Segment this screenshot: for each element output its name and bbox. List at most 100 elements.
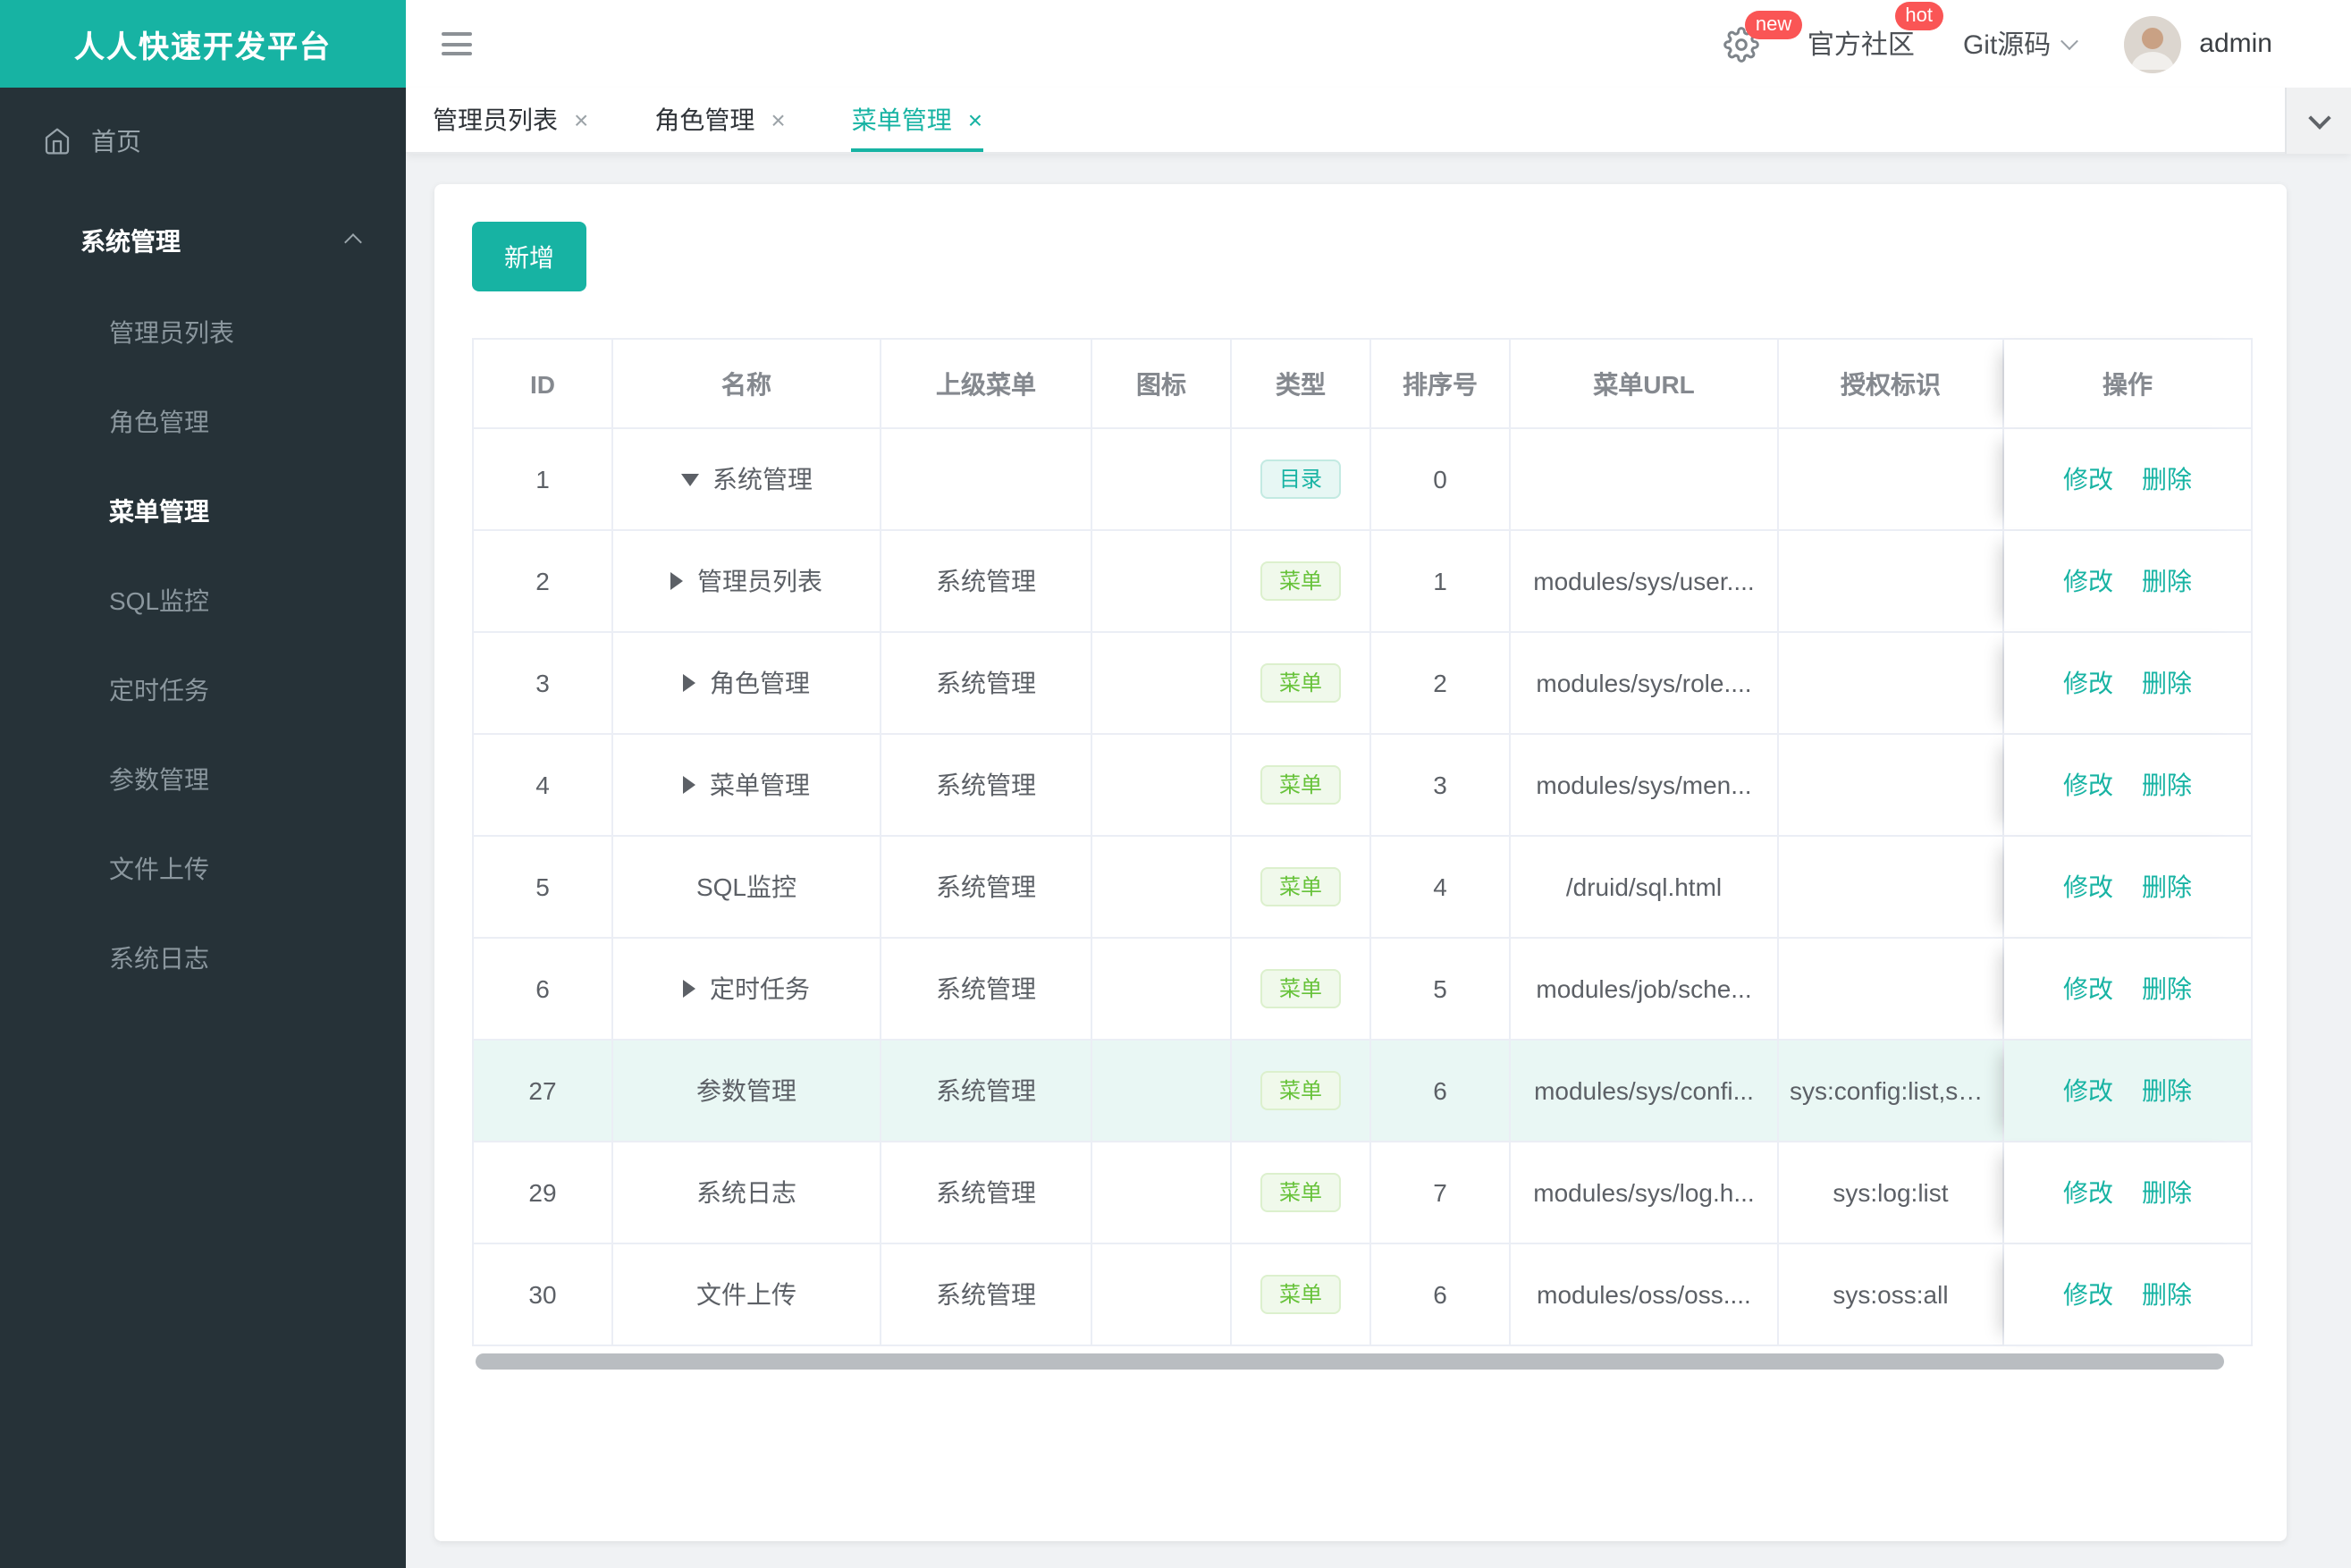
tab-label: 菜单管理 — [851, 105, 952, 134]
cell-icon — [1092, 939, 1232, 1041]
edit-link[interactable]: 修改 — [2063, 873, 2113, 901]
tab-close-icon[interactable]: × — [771, 107, 785, 132]
expand-icon[interactable] — [683, 980, 695, 998]
content-card: 新增 ID 名称 上级菜单 图标 类型 排序号 菜单URL 授权标识 操作 1 系统管理 目录 0 修改… — [434, 184, 2287, 1541]
user-menu[interactable]: admin — [2124, 15, 2272, 72]
cell-auth — [1779, 837, 2004, 939]
scrollbar-thumb[interactable] — [476, 1353, 2224, 1370]
sidebar-item-5[interactable]: 参数管理 — [0, 735, 406, 824]
cell-parent: 系统管理 — [881, 939, 1092, 1041]
expand-icon[interactable] — [670, 572, 683, 590]
sidebar-item-4[interactable]: 定时任务 — [0, 645, 406, 735]
tabs-collapse-button[interactable] — [2285, 88, 2351, 154]
cell-auth — [1779, 939, 2004, 1041]
cell-actions: 修改 删除 — [2004, 531, 2251, 633]
cell-parent: 系统管理 — [881, 837, 1092, 939]
community-link[interactable]: 官方社区 hot — [1807, 2, 1943, 63]
cell-auth: sys:config:list,sys:... — [1779, 1041, 2004, 1142]
name-text: 系统日志 — [696, 1178, 796, 1207]
cell-icon — [1092, 735, 1232, 837]
git-source-link[interactable]: Git源码 — [1963, 25, 2079, 63]
delete-link[interactable]: 删除 — [2142, 669, 2192, 697]
cell-sort: 1 — [1371, 531, 1511, 633]
delete-link[interactable]: 删除 — [2142, 567, 2192, 595]
sidebar-item-2[interactable]: 菜单管理 — [0, 467, 406, 556]
sidebar-item-home[interactable]: 首页 — [0, 98, 406, 184]
settings-button[interactable]: new — [1723, 10, 1803, 62]
delete-link[interactable]: 删除 — [2142, 465, 2192, 493]
delete-link[interactable]: 删除 — [2142, 1076, 2192, 1105]
type-badge: 菜单 — [1260, 867, 1340, 906]
name-wrap: 定时任务 — [683, 971, 810, 1007]
type-badge: 菜单 — [1260, 765, 1340, 805]
cell-icon — [1092, 633, 1232, 735]
cell-url: modules/sys/user.... — [1511, 531, 1779, 633]
name-wrap: 系统日志 — [696, 1175, 796, 1210]
table-row-3: 3 角色管理 系统管理 菜单 2 modules/sys/role.... 修改 删除 — [474, 633, 2251, 735]
cell-name: SQL监控 — [613, 837, 881, 939]
cell-id: 5 — [474, 837, 613, 939]
menu-table: ID 名称 上级菜单 图标 类型 排序号 菜单URL 授权标识 操作 1 系统管理 目录 0 修改 删除 2… — [472, 338, 2253, 1346]
sidebar-item-7[interactable]: 系统日志 — [0, 914, 406, 1003]
cell-parent: 系统管理 — [881, 1244, 1092, 1346]
name-text: 定时任务 — [710, 974, 810, 1003]
sidebar-item-0[interactable]: 管理员列表 — [0, 288, 406, 377]
type-badge: 菜单 — [1260, 1275, 1340, 1314]
edit-link[interactable]: 修改 — [2063, 1178, 2113, 1207]
table-row-2: 2 管理员列表 系统管理 菜单 1 modules/sys/user.... 修改 删除 — [474, 531, 2251, 633]
table-wrap: ID 名称 上级菜单 图标 类型 排序号 菜单URL 授权标识 操作 1 系统管理 目录 0 修改 删除 2… — [472, 338, 2253, 1370]
cell-parent: 系统管理 — [881, 1041, 1092, 1142]
edit-link[interactable]: 修改 — [2063, 1076, 2113, 1105]
cell-name: 管理员列表 — [613, 531, 881, 633]
delete-link[interactable]: 删除 — [2142, 771, 2192, 799]
sidebar: 首页 系统管理 管理员列表 角色管理 菜单管理 SQL监控 定时任务 参数管理 文件上传 系统… — [0, 88, 406, 1568]
sidebar-item-3[interactable]: SQL监控 — [0, 556, 406, 645]
home-icon — [45, 128, 70, 155]
main-content: 新增 ID 名称 上级菜单 图标 类型 排序号 菜单URL 授权标识 操作 1 系统管理 目录 0 修改… — [406, 154, 2351, 1568]
tab-1[interactable]: 角色管理 × — [654, 88, 785, 152]
delete-link[interactable]: 删除 — [2142, 1280, 2192, 1309]
edit-link[interactable]: 修改 — [2063, 567, 2113, 595]
type-badge: 菜单 — [1260, 1173, 1340, 1212]
cell-type: 菜单 — [1232, 531, 1371, 633]
edit-link[interactable]: 修改 — [2063, 465, 2113, 493]
edit-link[interactable]: 修改 — [2063, 669, 2113, 697]
add-button[interactable]: 新增 — [472, 222, 586, 291]
cell-actions: 修改 删除 — [2004, 1244, 2251, 1346]
cell-url: modules/sys/men... — [1511, 735, 1779, 837]
cell-name: 参数管理 — [613, 1041, 881, 1142]
delete-link[interactable]: 删除 — [2142, 974, 2192, 1003]
cell-type: 菜单 — [1232, 939, 1371, 1041]
tab-2[interactable]: 菜单管理 × — [851, 88, 983, 152]
name-text: 菜单管理 — [710, 771, 810, 799]
sidebar-item-6[interactable]: 文件上传 — [0, 824, 406, 914]
delete-link[interactable]: 删除 — [2142, 873, 2192, 901]
avatar — [2124, 15, 2182, 72]
username: admin — [2199, 29, 2272, 59]
edit-link[interactable]: 修改 — [2063, 771, 2113, 799]
collapse-icon[interactable] — [680, 473, 698, 485]
expand-icon[interactable] — [683, 776, 695, 794]
name-wrap: 文件上传 — [696, 1277, 796, 1312]
cell-name: 文件上传 — [613, 1244, 881, 1346]
cell-id: 30 — [474, 1244, 613, 1346]
tab-label: 角色管理 — [654, 105, 755, 134]
expand-icon[interactable] — [683, 674, 695, 692]
cell-sort: 3 — [1371, 735, 1511, 837]
tab-close-icon[interactable]: × — [574, 107, 588, 132]
header-actions: new 官方社区 hot Git源码 admin — [1723, 0, 2272, 88]
sidebar-item-1[interactable]: 角色管理 — [0, 377, 406, 467]
tab-0[interactable]: 管理员列表 × — [433, 88, 588, 152]
cell-url: modules/job/sche... — [1511, 939, 1779, 1041]
name-wrap: 参数管理 — [696, 1073, 796, 1109]
edit-link[interactable]: 修改 — [2063, 1280, 2113, 1309]
cell-icon — [1092, 1244, 1232, 1346]
menu-toggle-icon[interactable] — [442, 32, 472, 55]
name-text: 角色管理 — [710, 669, 810, 697]
edit-link[interactable]: 修改 — [2063, 974, 2113, 1003]
horizontal-scrollbar[interactable] — [472, 1353, 2249, 1370]
name-text: 系统管理 — [712, 465, 813, 493]
delete-link[interactable]: 删除 — [2142, 1178, 2192, 1207]
tab-close-icon[interactable]: × — [968, 107, 982, 132]
sidebar-group-system[interactable]: 系统管理 — [0, 195, 406, 288]
